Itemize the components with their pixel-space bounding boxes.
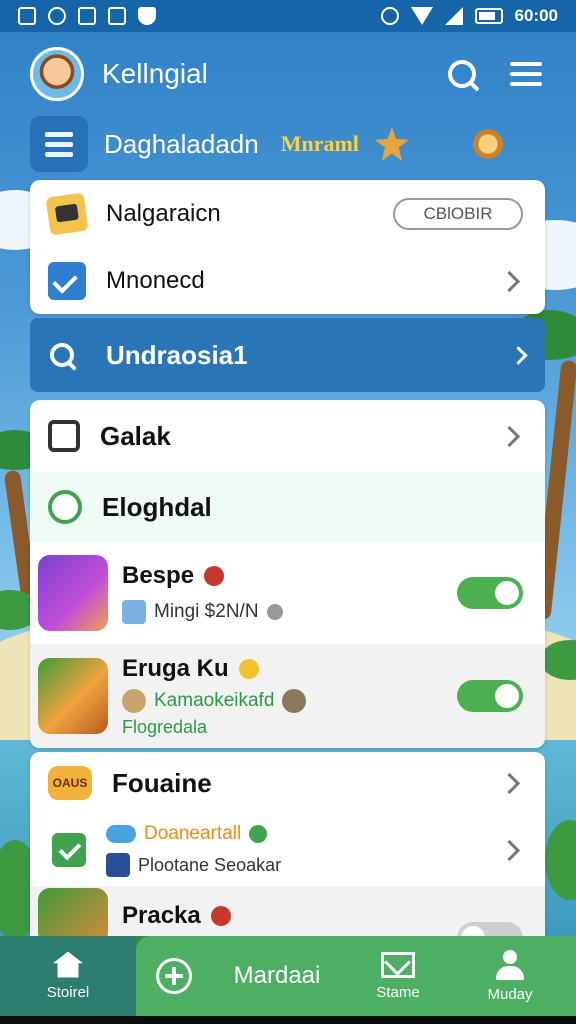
- game-subtitle-secondary: Flogredala: [122, 716, 208, 737]
- shield-badge-icon: [210, 906, 231, 926]
- home-icon: [53, 951, 83, 978]
- game-title: Pracka: [122, 902, 201, 929]
- feature-line-secondary: Plootane Seoakar: [138, 854, 282, 875]
- list-item-label: Mnonecd: [106, 267, 205, 294]
- game-toggle[interactable]: [457, 680, 523, 712]
- shield-icon: [138, 7, 156, 25]
- list-item-mnonecd[interactable]: Mnonecd: [30, 248, 545, 314]
- nav-home-label: Stoirel: [46, 983, 90, 1001]
- signal-icon: [444, 7, 463, 25]
- game-row-pracka[interactable]: Pracka: [30, 886, 545, 942]
- chevron-right-icon: [498, 839, 521, 861]
- bottom-navigation: Stoirel Mardaai Stame Muday: [0, 936, 576, 1016]
- nav-main-label[interactable]: Mardaai: [212, 962, 342, 990]
- search-icon: [448, 60, 476, 88]
- list-item-eloghdal[interactable]: Eloghdal: [30, 472, 545, 542]
- game-logo-icon: OAUS: [48, 766, 92, 800]
- plus-circle-icon: [156, 958, 192, 994]
- nav-profile[interactable]: Muday: [454, 949, 566, 1003]
- calculator-icon: [48, 420, 80, 452]
- character-icon: [282, 688, 307, 713]
- add-button[interactable]: [136, 958, 212, 994]
- app-icon: [106, 853, 130, 877]
- game-title: Bespe: [122, 562, 195, 589]
- player-avatar-icon: [122, 600, 146, 624]
- search-bar[interactable]: Undraosia1: [30, 318, 545, 392]
- sync-icon: [48, 7, 66, 25]
- check-square-icon: [52, 833, 86, 867]
- mail-icon: [381, 951, 415, 978]
- game-thumbnail: [38, 658, 108, 734]
- game-subtitle: Mingi $2N/N: [154, 601, 259, 622]
- chevron-right-icon: [509, 345, 528, 365]
- mail-notification-icon: [78, 7, 96, 25]
- nav-home[interactable]: Stoirel: [0, 936, 136, 1016]
- check-circle-icon: [48, 490, 82, 524]
- game-subtitle: Kamaokeikafd: [154, 689, 275, 711]
- status-bar: 60:00: [0, 0, 576, 32]
- settings-card: Nalgaraicn CBlOBIR Mnonecd: [30, 180, 545, 314]
- search-button[interactable]: [442, 54, 482, 94]
- list-icon: [45, 131, 73, 157]
- section-title: Daghaladadn: [104, 128, 259, 159]
- chevron-right-icon: [498, 425, 521, 447]
- battery-icon: [474, 8, 503, 24]
- nav-profile-label: Muday: [487, 985, 533, 1003]
- coin-icon[interactable]: [472, 129, 503, 159]
- search-icon: [50, 343, 74, 367]
- leaf-icon: [249, 825, 268, 843]
- game-controller-icon: [45, 192, 89, 236]
- list-menu-button[interactable]: [30, 116, 88, 172]
- nav-stame-label: Stame: [376, 983, 420, 1001]
- sub-header: Daghaladadn Mnraml: [30, 116, 546, 172]
- star-icon: [374, 127, 409, 161]
- game-title: Eruga Ku: [122, 654, 229, 682]
- hamburger-icon: [510, 62, 542, 86]
- app-header: Kellngial: [0, 32, 576, 116]
- nav-main-bar: Mardaai Stame Muday: [136, 936, 576, 1016]
- list-item-fouaine[interactable]: OAUS Fouaine: [30, 752, 545, 814]
- search-label: Undraosia1: [106, 339, 248, 370]
- alarm-icon: [380, 7, 399, 25]
- list-item-label: Fouaine: [112, 767, 212, 798]
- nav-stame[interactable]: Stame: [342, 951, 454, 1001]
- list-item-nalgaraicn[interactable]: Nalgaraicn CBlOBIR: [30, 180, 545, 248]
- list-item-label: Galak: [100, 420, 171, 451]
- shield-badge-icon: [204, 566, 225, 586]
- pill-icon: [106, 825, 136, 843]
- games-card: Galak Eloghdal Bespe Mingi $2N/N Eruga K…: [30, 400, 545, 748]
- status-time: 60:00: [514, 6, 558, 25]
- game-row-eruga-ku[interactable]: Eruga Ku Kamaokeikafd Flogredala: [30, 644, 545, 748]
- calendar-icon: [108, 7, 126, 25]
- game-thumbnail: [38, 888, 108, 942]
- compass-icon: [122, 688, 146, 713]
- game-row-bespe[interactable]: Bespe Mingi $2N/N: [30, 542, 545, 644]
- info-icon: [266, 604, 283, 620]
- wifi-icon: [410, 7, 433, 25]
- chevron-right-icon: [498, 270, 521, 292]
- gold-badge-icon: [238, 658, 259, 679]
- gold-badge-text: Mnraml: [280, 131, 359, 156]
- system-nav-bar: [0, 1016, 576, 1024]
- list-item-label: Eloghdal: [102, 491, 212, 522]
- checkbox-icon: [48, 262, 86, 300]
- chevron-right-icon: [498, 772, 521, 794]
- menu-button[interactable]: [506, 54, 546, 94]
- avatar[interactable]: [30, 47, 84, 101]
- game-thumbnail: [38, 555, 108, 631]
- game-toggle[interactable]: [457, 577, 523, 609]
- feature-line: Doaneartall: [144, 823, 242, 844]
- list-item-label: Nalgaraicn: [106, 200, 221, 227]
- notification-icon: [18, 7, 36, 25]
- person-icon: [494, 949, 526, 980]
- list-item-doaneartall[interactable]: Doaneartall Plootane Seoakar: [30, 814, 545, 886]
- list-item-galak[interactable]: Galak: [30, 400, 545, 472]
- app-title: Kellngial: [102, 58, 208, 89]
- featured-card: OAUS Fouaine Doaneartall Plootane Seoaka…: [30, 752, 545, 942]
- status-pill-button[interactable]: CBlOBIR: [393, 198, 523, 230]
